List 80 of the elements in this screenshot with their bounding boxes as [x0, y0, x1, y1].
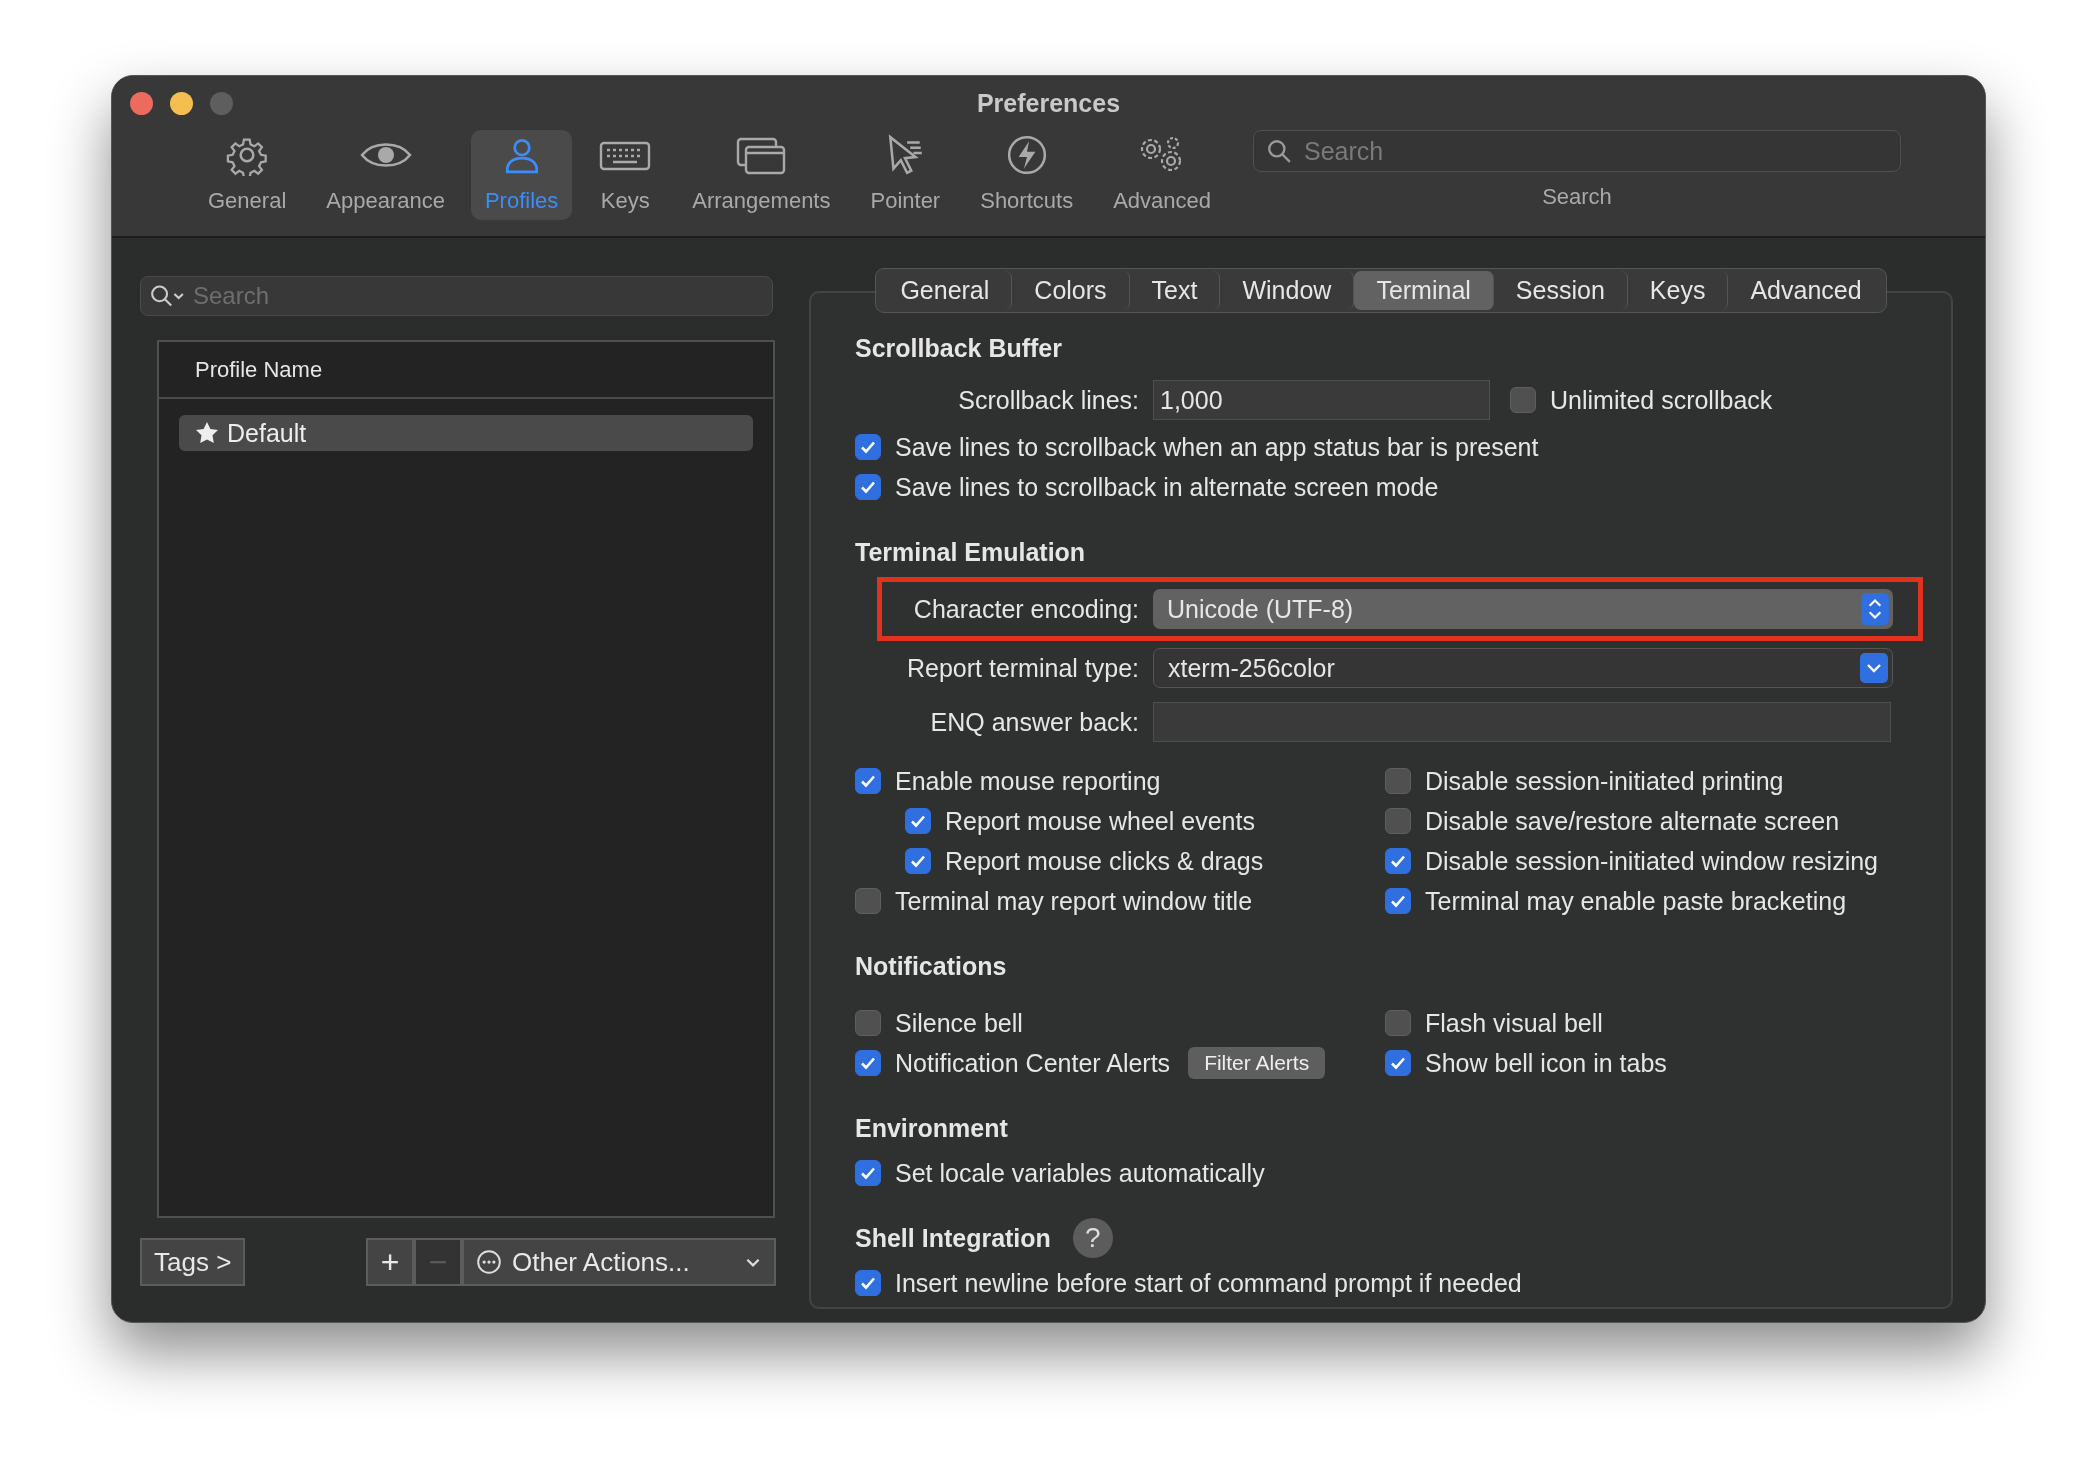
checkbox-label: Flash visual bell — [1425, 1008, 1603, 1038]
checkbox-label: Silence bell — [895, 1008, 1023, 1038]
tab[interactable]: Session — [1493, 271, 1628, 310]
checkbox[interactable] — [855, 1160, 881, 1186]
checkbox-label: Notification Center Alerts — [895, 1048, 1171, 1078]
more-icon — [476, 1249, 502, 1275]
section-title: Notifications — [855, 951, 1007, 981]
field-label: Scrollback lines: — [957, 385, 1140, 415]
checkbox[interactable] — [855, 768, 881, 794]
checkbox[interactable] — [1385, 888, 1411, 914]
checkbox[interactable] — [1385, 1010, 1411, 1036]
checkbox-label: Enable mouse reporting — [895, 766, 1161, 796]
checkbox[interactable] — [1385, 768, 1411, 794]
section-title: Scrollback Buffer — [855, 333, 1062, 363]
checkbox[interactable] — [905, 848, 931, 874]
up-down-arrows-icon — [1861, 593, 1889, 625]
checkbox[interactable] — [855, 1270, 881, 1296]
checkbox-label: Disable session-initiated window resizing — [1425, 846, 1878, 876]
checkbox-label: Report mouse clicks & drags — [945, 846, 1264, 876]
chevron-down-icon — [1860, 652, 1888, 684]
toolbar-item[interactable]: General — [194, 130, 301, 220]
checkbox[interactable] — [855, 1050, 881, 1076]
toolbar-item[interactable]: Pointer — [856, 130, 955, 220]
tab[interactable]: Terminal — [1354, 271, 1494, 310]
checkbox-label: Terminal may enable paste bracketing — [1425, 886, 1847, 916]
checkbox[interactable] — [855, 474, 881, 500]
tab[interactable]: Advanced — [1728, 271, 1884, 310]
combo-box[interactable]: xterm-256color — [1153, 648, 1893, 688]
tab[interactable]: Keys — [1627, 271, 1729, 310]
checkbox-label: Insert newline before start of command prompt if needed — [895, 1268, 1522, 1298]
checkbox-label: Set locale variables automatically — [895, 1158, 1265, 1188]
checkbox-label: Save lines to scrollback when an app status bar is present — [895, 432, 1539, 462]
checkbox[interactable] — [1510, 387, 1536, 413]
section-title: Terminal Emulation — [855, 537, 1086, 567]
checkbox[interactable] — [855, 888, 881, 914]
field-label: Report terminal type: — [905, 653, 1140, 683]
input-field[interactable] — [1153, 702, 1891, 742]
section-title: Shell Integration — [855, 1223, 1051, 1253]
toolbar-item[interactable]: Arrangements — [678, 130, 845, 220]
field-label: Character encoding: — [912, 594, 1140, 624]
search-icon — [1266, 138, 1292, 164]
search-field[interactable]: Search — [1253, 130, 1901, 172]
filter-alerts-button[interactable]: Filter Alerts — [1188, 1047, 1326, 1079]
checkbox[interactable] — [855, 434, 881, 460]
checkbox-label: Save lines to scrollback in alternate screen mode — [895, 472, 1439, 502]
star-icon — [195, 421, 219, 445]
toolbar-item[interactable]: Shortcuts — [966, 130, 1088, 220]
checkbox[interactable] — [905, 808, 931, 834]
tags-button[interactable]: Tags > — [140, 1238, 246, 1286]
checkbox-label: Unlimited scrollback — [1550, 385, 1773, 415]
add-button[interactable]: + — [366, 1238, 414, 1286]
other-actions-button[interactable]: Other Actions... — [462, 1238, 776, 1286]
help-button[interactable]: ? — [1072, 1218, 1113, 1258]
search-label: Search — [1542, 184, 1612, 210]
section-title: Environment — [855, 1113, 1008, 1143]
minimize-button[interactable] — [170, 91, 193, 115]
checkbox-label: Disable save/restore alternate screen — [1425, 806, 1840, 836]
toolbar-item[interactable]: Advanced — [1099, 130, 1225, 220]
checkbox-label: Show bell icon in tabs — [1425, 1048, 1667, 1078]
checkbox-label: Report mouse wheel events — [945, 806, 1255, 836]
tab[interactable]: Text — [1129, 271, 1221, 310]
close-button[interactable] — [130, 91, 153, 115]
column-header[interactable]: Profile Name — [159, 342, 773, 399]
toolbar-item[interactable]: Keys — [584, 130, 667, 220]
checkbox[interactable] — [1385, 848, 1411, 874]
tab[interactable]: General — [878, 271, 1013, 310]
profile-row[interactable]: Default — [179, 415, 753, 451]
checkbox[interactable] — [1385, 808, 1411, 834]
checkbox-label: Terminal may report window title — [895, 886, 1253, 916]
field-label: ENQ answer back: — [929, 707, 1140, 737]
checkbox[interactable] — [855, 1010, 881, 1036]
window-title: Preferences — [976, 88, 1121, 118]
lightning-icon — [1005, 134, 1048, 176]
input-field[interactable]: 1,000 — [1153, 380, 1490, 420]
popup-button[interactable]: Unicode (UTF-8) — [1153, 589, 1893, 629]
checkbox[interactable] — [1385, 1050, 1411, 1076]
toolbar-item[interactable]: Appearance — [312, 130, 459, 220]
tab[interactable]: Colors — [1012, 271, 1130, 310]
search-icon — [149, 283, 185, 309]
checkbox-label: Disable session-initiated printing — [1425, 766, 1784, 796]
